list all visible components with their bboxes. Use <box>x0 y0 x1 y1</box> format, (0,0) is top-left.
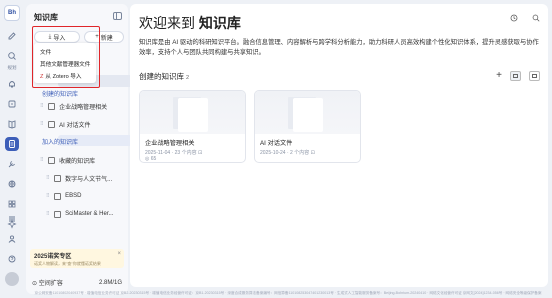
menu-item-zotero[interactable]: Z从 Zotero 导入 <box>34 69 96 81</box>
page-description: 知识库是由 AI 驱动的科研知识平台。融合信息管理、内容解析与跨学科分析能力，助… <box>139 39 539 56</box>
storage-expand-button[interactable]: ⊙ 空间扩容 <box>32 278 63 287</box>
help-icon[interactable] <box>5 252 19 266</box>
import-icon: ⤓ <box>48 33 52 40</box>
drag-handle-icon[interactable]: ⠿ <box>40 157 44 163</box>
grid-view-icon[interactable] <box>510 70 521 81</box>
promo-subtitle: 诺奖人物解读，来"查"你就懂诺奖结果 <box>34 261 101 266</box>
section-title: 创建的知识库 2 <box>139 72 190 81</box>
folder-icon <box>54 192 62 200</box>
globe-icon[interactable] <box>5 177 19 191</box>
sidebar-actions: ⤓ 导入 + 新建 <box>34 31 124 43</box>
drag-handle-icon[interactable]: ⠿ <box>40 121 44 127</box>
search-icon[interactable] <box>532 14 540 24</box>
app-logo[interactable]: Bh <box>4 5 20 21</box>
star-folder-icon <box>48 156 56 164</box>
section-toolbar: + <box>496 70 540 81</box>
edit-icon[interactable] <box>5 29 19 43</box>
import-dropdown-menu: 文件 其他文献管理器文件 Z从 Zotero 导入 <box>34 43 96 83</box>
wrench-icon[interactable] <box>5 157 19 171</box>
menu-item-other-manager[interactable]: 其他文献管理器文件 <box>34 57 96 69</box>
eye-icon: ◎ <box>145 156 150 162</box>
kb-card[interactable]: AI 对话文件 2025-10-24 · 2 个内容 ⊡ <box>254 90 361 163</box>
plus-icon: + <box>95 34 99 40</box>
lock-icon: ⊡ <box>198 150 203 156</box>
card-cover <box>140 91 245 134</box>
card-meta: 2025-10-24 · 2 个内容 ⊡ <box>260 150 315 156</box>
tree-item-label: EBSD <box>65 193 82 199</box>
add-icon[interactable]: + <box>496 70 502 81</box>
zotero-icon: Z <box>40 74 44 80</box>
card-meta: 2025-11-04 · 23 个内容 ⊡ <box>145 150 203 156</box>
rail-label-plan[interactable]: 规划 <box>8 65 17 71</box>
tree-item-label: AI 对话文件 <box>59 122 91 129</box>
kb-card[interactable]: 企业战略管理相关 2025-11-04 · 23 个内容 ⊡ ◎ 65 <box>139 90 246 163</box>
footer-legal: 京公网安备11010802040937号 · 增值电信业务许可证 京B2-202… <box>34 291 542 295</box>
folder-icon <box>48 120 56 128</box>
drag-handle-icon[interactable]: ⠿ <box>46 175 50 181</box>
import-button[interactable]: ⤓ 导入 <box>34 31 80 43</box>
main-panel: 欢迎来到 知识库 知识库是由 AI 驱动的科研知识平台。融合信息管理、内容解析与… <box>130 4 548 287</box>
created-section-label[interactable]: 创建的知识库 <box>42 89 78 98</box>
tree-item-label: SciMaster & Her... <box>65 211 114 217</box>
user-icon[interactable] <box>5 232 19 246</box>
pen-icon[interactable] <box>5 97 19 111</box>
folder-icon <box>54 174 62 182</box>
document-icon <box>178 98 208 132</box>
drag-handle-icon[interactable]: ⠿ <box>46 193 50 199</box>
list-view-icon[interactable] <box>529 70 540 81</box>
page-title: 欢迎来到 知识库 <box>139 15 241 31</box>
tree-item-label: 企业战略管理相关 <box>59 104 108 111</box>
book-icon[interactable] <box>5 117 19 131</box>
nobel-promo-banner[interactable]: 2025诺奖专区 诺奖人物解读，来"查"你就懂诺奖结果 × <box>30 249 124 268</box>
folder-icon <box>48 102 56 110</box>
menu-icon[interactable] <box>5 212 19 226</box>
new-button[interactable]: + 新建 <box>84 31 124 43</box>
card-title: 企业战略管理相关 <box>145 140 195 147</box>
new-label: 新建 <box>100 35 113 42</box>
document-icon <box>293 98 323 132</box>
added-section-label[interactable]: 加入的知识库 <box>42 137 78 146</box>
storage-row: ⊙ 空间扩容 2.8M/1G <box>32 278 122 288</box>
section-count: 2 <box>186 75 190 81</box>
avatar[interactable] <box>5 272 19 286</box>
rail-bottom <box>5 212 19 292</box>
import-label: 导入 <box>53 35 66 42</box>
clock-icon[interactable] <box>510 14 518 24</box>
collect-section-label: 收藏的知识库 <box>59 158 96 165</box>
lock-icon: ⊡ <box>310 150 315 156</box>
sidebar-title: 知识库 <box>34 13 58 22</box>
folder-icon <box>54 210 62 218</box>
storage-usage: 2.8M/1G <box>98 279 122 286</box>
tree-item-label: 数字与人文节气... <box>65 176 113 183</box>
left-rail: Bh 规划 <box>0 0 24 298</box>
top-right-actions <box>510 14 540 24</box>
close-icon[interactable]: × <box>117 251 121 257</box>
drag-handle-icon[interactable]: ⠿ <box>46 211 50 217</box>
bell-icon[interactable] <box>5 77 19 91</box>
collapse-sidebar-icon[interactable] <box>113 12 122 20</box>
search-icon[interactable] <box>5 49 19 63</box>
card-views: ◎ 65 <box>145 156 157 162</box>
menu-item-file[interactable]: 文件 <box>34 45 96 57</box>
drag-handle-icon[interactable]: ⠿ <box>40 103 44 109</box>
card-cover <box>255 91 360 134</box>
grid-icon[interactable] <box>5 197 19 211</box>
card-title: AI 对话文件 <box>260 140 293 147</box>
promo-title: 2025诺奖专区 <box>34 254 72 260</box>
database-icon[interactable] <box>5 137 19 151</box>
